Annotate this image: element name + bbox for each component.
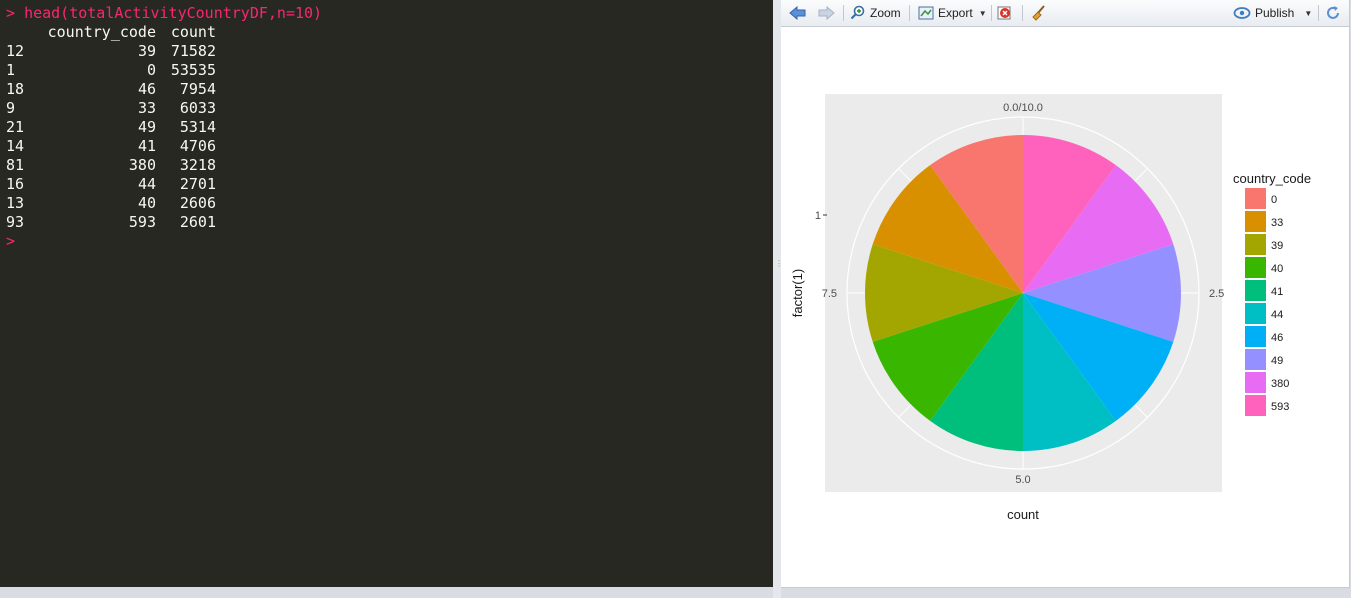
export-label: Export	[938, 6, 973, 20]
plots-toolbar: Zoom Export ▼ Publish ▼	[781, 0, 1349, 27]
legend-key-46	[1245, 326, 1266, 347]
row-count: 6033	[179, 99, 216, 117]
export-icon	[918, 6, 934, 20]
toolbar-separator	[991, 5, 992, 21]
legend-key-593	[1245, 395, 1266, 416]
legend-title: country_code	[1233, 171, 1311, 186]
legend-label: 593	[1271, 401, 1289, 413]
row-country-code: 40	[137, 194, 156, 212]
console-prompt: >	[6, 4, 16, 22]
pie-chart: 0.0/10.0 2.5 5.0 7.5 1 factor(1) count coun…	[790, 94, 1311, 522]
row-count: 4706	[179, 137, 216, 155]
row-country-code: 49	[137, 118, 156, 136]
row-country-code: 44	[137, 175, 156, 193]
console-command: head(totalActivityCountryDF,n=10)	[24, 4, 323, 22]
header-country-code: country_code	[47, 23, 156, 41]
legend-label: 380	[1271, 378, 1289, 390]
row-count: 5314	[179, 118, 216, 136]
row-country-code: 39	[137, 42, 156, 60]
pie-slices	[865, 135, 1181, 451]
publish-icon	[1233, 7, 1251, 19]
plots-pane: Zoom Export ▼ Publish ▼ 0.0/10.0 2.5 5.0 7.5 …	[781, 0, 1350, 588]
row-count: 2606	[179, 194, 216, 212]
legend-key-49	[1245, 349, 1266, 370]
legend-label: 49	[1271, 355, 1283, 367]
row-country-code: 41	[137, 137, 156, 155]
legend-key-39	[1245, 234, 1266, 255]
broom-icon	[1032, 5, 1045, 21]
legend-label: 40	[1271, 263, 1283, 275]
zoom-icon	[850, 5, 865, 20]
export-dropdown-icon: ▼	[978, 8, 987, 18]
row-count: 2701	[179, 175, 216, 193]
console-pane[interactable]: > head(totalActivityCountryDF,n=10) coun…	[0, 0, 773, 587]
legend-key-380	[1245, 372, 1266, 393]
row-country-code: 33	[137, 99, 156, 117]
publish-dropdown-icon: ▼	[1304, 8, 1313, 18]
legend-key-41	[1245, 280, 1266, 301]
theta-tick-label: 7.5	[822, 288, 837, 300]
legend-key-40	[1245, 257, 1266, 278]
toolbar-separator	[843, 5, 844, 21]
theta-tick-label: 0.0/10.0	[1003, 102, 1043, 114]
legend-label: 44	[1271, 309, 1283, 321]
legend-key-33	[1245, 211, 1266, 232]
row-count: 7954	[179, 80, 216, 98]
theta-tick-label: 2.5	[1209, 288, 1224, 300]
pane-splitter[interactable]: ⋮	[773, 0, 783, 598]
legend-label: 39	[1271, 240, 1283, 252]
legend-label: 33	[1271, 217, 1283, 229]
console-command-line: > head(totalActivityCountryDF,n=10)	[6, 4, 322, 23]
row-count: 53535	[170, 61, 216, 79]
legend-key-44	[1245, 303, 1266, 324]
header-count: count	[170, 23, 216, 41]
row-country-code: 0	[146, 61, 156, 79]
legend-label: 0	[1271, 194, 1277, 206]
y-tick-label: 1	[815, 210, 821, 222]
console-input-prompt[interactable]: >	[6, 232, 15, 250]
zoom-label: Zoom	[870, 6, 901, 20]
legend-label: 46	[1271, 332, 1283, 344]
x-axis-label: count	[1007, 507, 1039, 522]
remove-plot-icon	[997, 6, 1011, 20]
forward-arrow-icon[interactable]	[817, 3, 835, 23]
row-count: 2601	[179, 213, 216, 231]
refresh-button[interactable]	[1325, 3, 1341, 23]
remove-plot-button[interactable]	[997, 3, 1015, 23]
row-country-code: 46	[137, 80, 156, 98]
row-country-code: 380	[128, 156, 156, 174]
toolbar-separator	[1318, 5, 1319, 21]
row-count: 71582	[170, 42, 216, 60]
publish-button[interactable]: Publish ▼	[1233, 3, 1312, 23]
legend-key-0	[1245, 188, 1266, 209]
row-country-code: 593	[128, 213, 156, 231]
toolbar-separator	[909, 5, 910, 21]
legend-label: 41	[1271, 286, 1283, 298]
legend: country_code 0 33 39 40 41 44 46 49 380 593	[1233, 171, 1311, 416]
export-button[interactable]: Export ▼	[918, 3, 987, 23]
toolbar-separator	[1022, 5, 1023, 21]
back-arrow-icon[interactable]	[789, 3, 807, 23]
splitter-grip-icon[interactable]: ⋮	[775, 260, 783, 274]
clear-plots-button[interactable]	[1030, 3, 1048, 23]
row-count: 3218	[179, 156, 216, 174]
zoom-button[interactable]: Zoom	[850, 3, 901, 23]
publish-label: Publish	[1255, 6, 1295, 20]
theta-tick-label: 5.0	[1015, 474, 1030, 486]
refresh-icon	[1327, 6, 1339, 19]
y-axis-label: factor(1)	[790, 269, 805, 317]
